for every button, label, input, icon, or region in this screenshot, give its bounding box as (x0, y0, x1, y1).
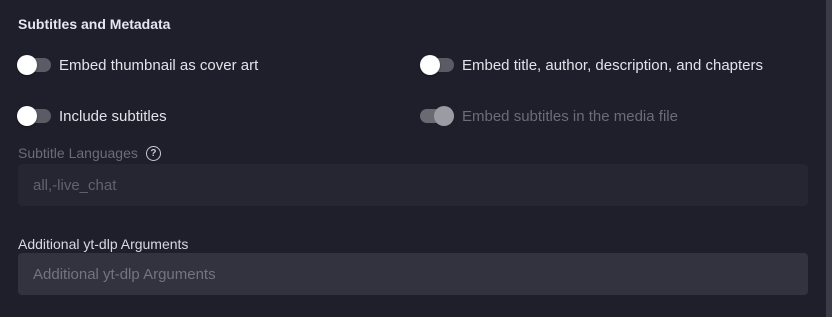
subtitle-languages-value: all,-live_chat (33, 176, 117, 194)
embed-metadata-toggle[interactable] (420, 55, 454, 75)
ytdlp-args-placeholder: Additional yt-dlp Arguments (33, 265, 216, 283)
settings-panel: Subtitles and Metadata Embed thumbnail a… (0, 0, 832, 317)
embed-metadata-label: Embed title, author, description, and ch… (462, 56, 764, 74)
embed-thumbnail-toggle[interactable] (17, 55, 51, 75)
embed-thumbnail-label: Embed thumbnail as cover art (59, 56, 259, 74)
include-subtitles-label: Include subtitles (59, 107, 167, 125)
ytdlp-args-label-row: Additional yt-dlp Arguments (18, 236, 188, 252)
embed-metadata-row[interactable]: Embed title, author, description, and ch… (420, 53, 763, 77)
section-title: Subtitles and Metadata (18, 16, 171, 32)
subtitle-languages-label: Subtitle Languages (18, 145, 138, 161)
ytdlp-args-label: Additional yt-dlp Arguments (18, 236, 189, 252)
include-subtitles-row[interactable]: Include subtitles (17, 104, 167, 128)
toggle-thumb (17, 106, 37, 126)
subtitle-languages-label-row: Subtitle Languages ? (18, 145, 161, 161)
toggle-thumb (17, 55, 37, 75)
embed-subtitles-label: Embed subtitles in the media file (462, 107, 678, 125)
toggle-thumb (434, 106, 454, 126)
subtitle-languages-input: all,-live_chat (18, 164, 808, 206)
toggle-thumb (420, 55, 440, 75)
scrollbar[interactable] (826, 0, 832, 317)
include-subtitles-toggle[interactable] (17, 106, 51, 126)
embed-subtitles-row: Embed subtitles in the media file (420, 104, 678, 128)
question-circle-icon[interactable]: ? (145, 145, 161, 161)
embed-subtitles-toggle (420, 106, 454, 126)
ytdlp-args-input[interactable]: Additional yt-dlp Arguments (18, 253, 808, 295)
embed-thumbnail-row[interactable]: Embed thumbnail as cover art (17, 53, 258, 77)
